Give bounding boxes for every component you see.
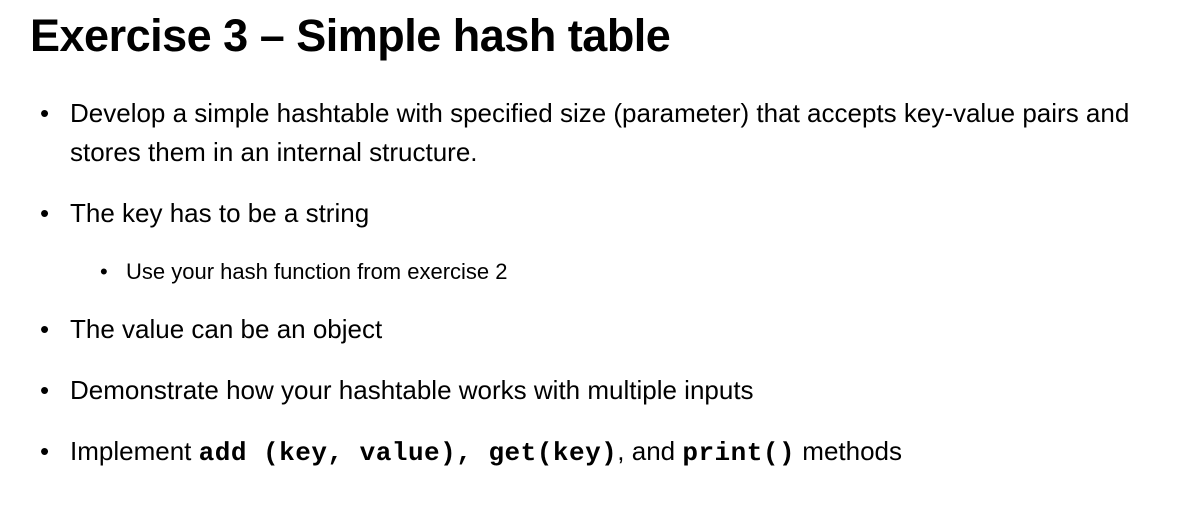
list-item: The value can be an object <box>30 310 1170 349</box>
sub-bullet-list: Use your hash function from exercise 2 <box>70 255 1170 288</box>
list-item: Demonstrate how your hashtable works wit… <box>30 371 1170 410</box>
list-item-text-post: methods <box>795 436 902 466</box>
list-item: Develop a simple hashtable with specifie… <box>30 94 1170 172</box>
list-item-text-mid: , and <box>617 436 682 466</box>
list-item-text-pre: Implement <box>70 436 199 466</box>
bullet-list: Develop a simple hashtable with specifie… <box>30 94 1170 473</box>
list-item: The key has to be a string Use your hash… <box>30 194 1170 288</box>
list-item-text: The key has to be a string <box>70 198 369 228</box>
list-item: Use your hash function from exercise 2 <box>70 255 1170 288</box>
page-title: Exercise 3 – Simple hash table <box>30 10 1170 62</box>
code-snippet: add (key, value), get(key) <box>199 438 618 468</box>
code-snippet: print() <box>682 438 795 468</box>
list-item: Implement add (key, value), get(key), an… <box>30 432 1170 473</box>
